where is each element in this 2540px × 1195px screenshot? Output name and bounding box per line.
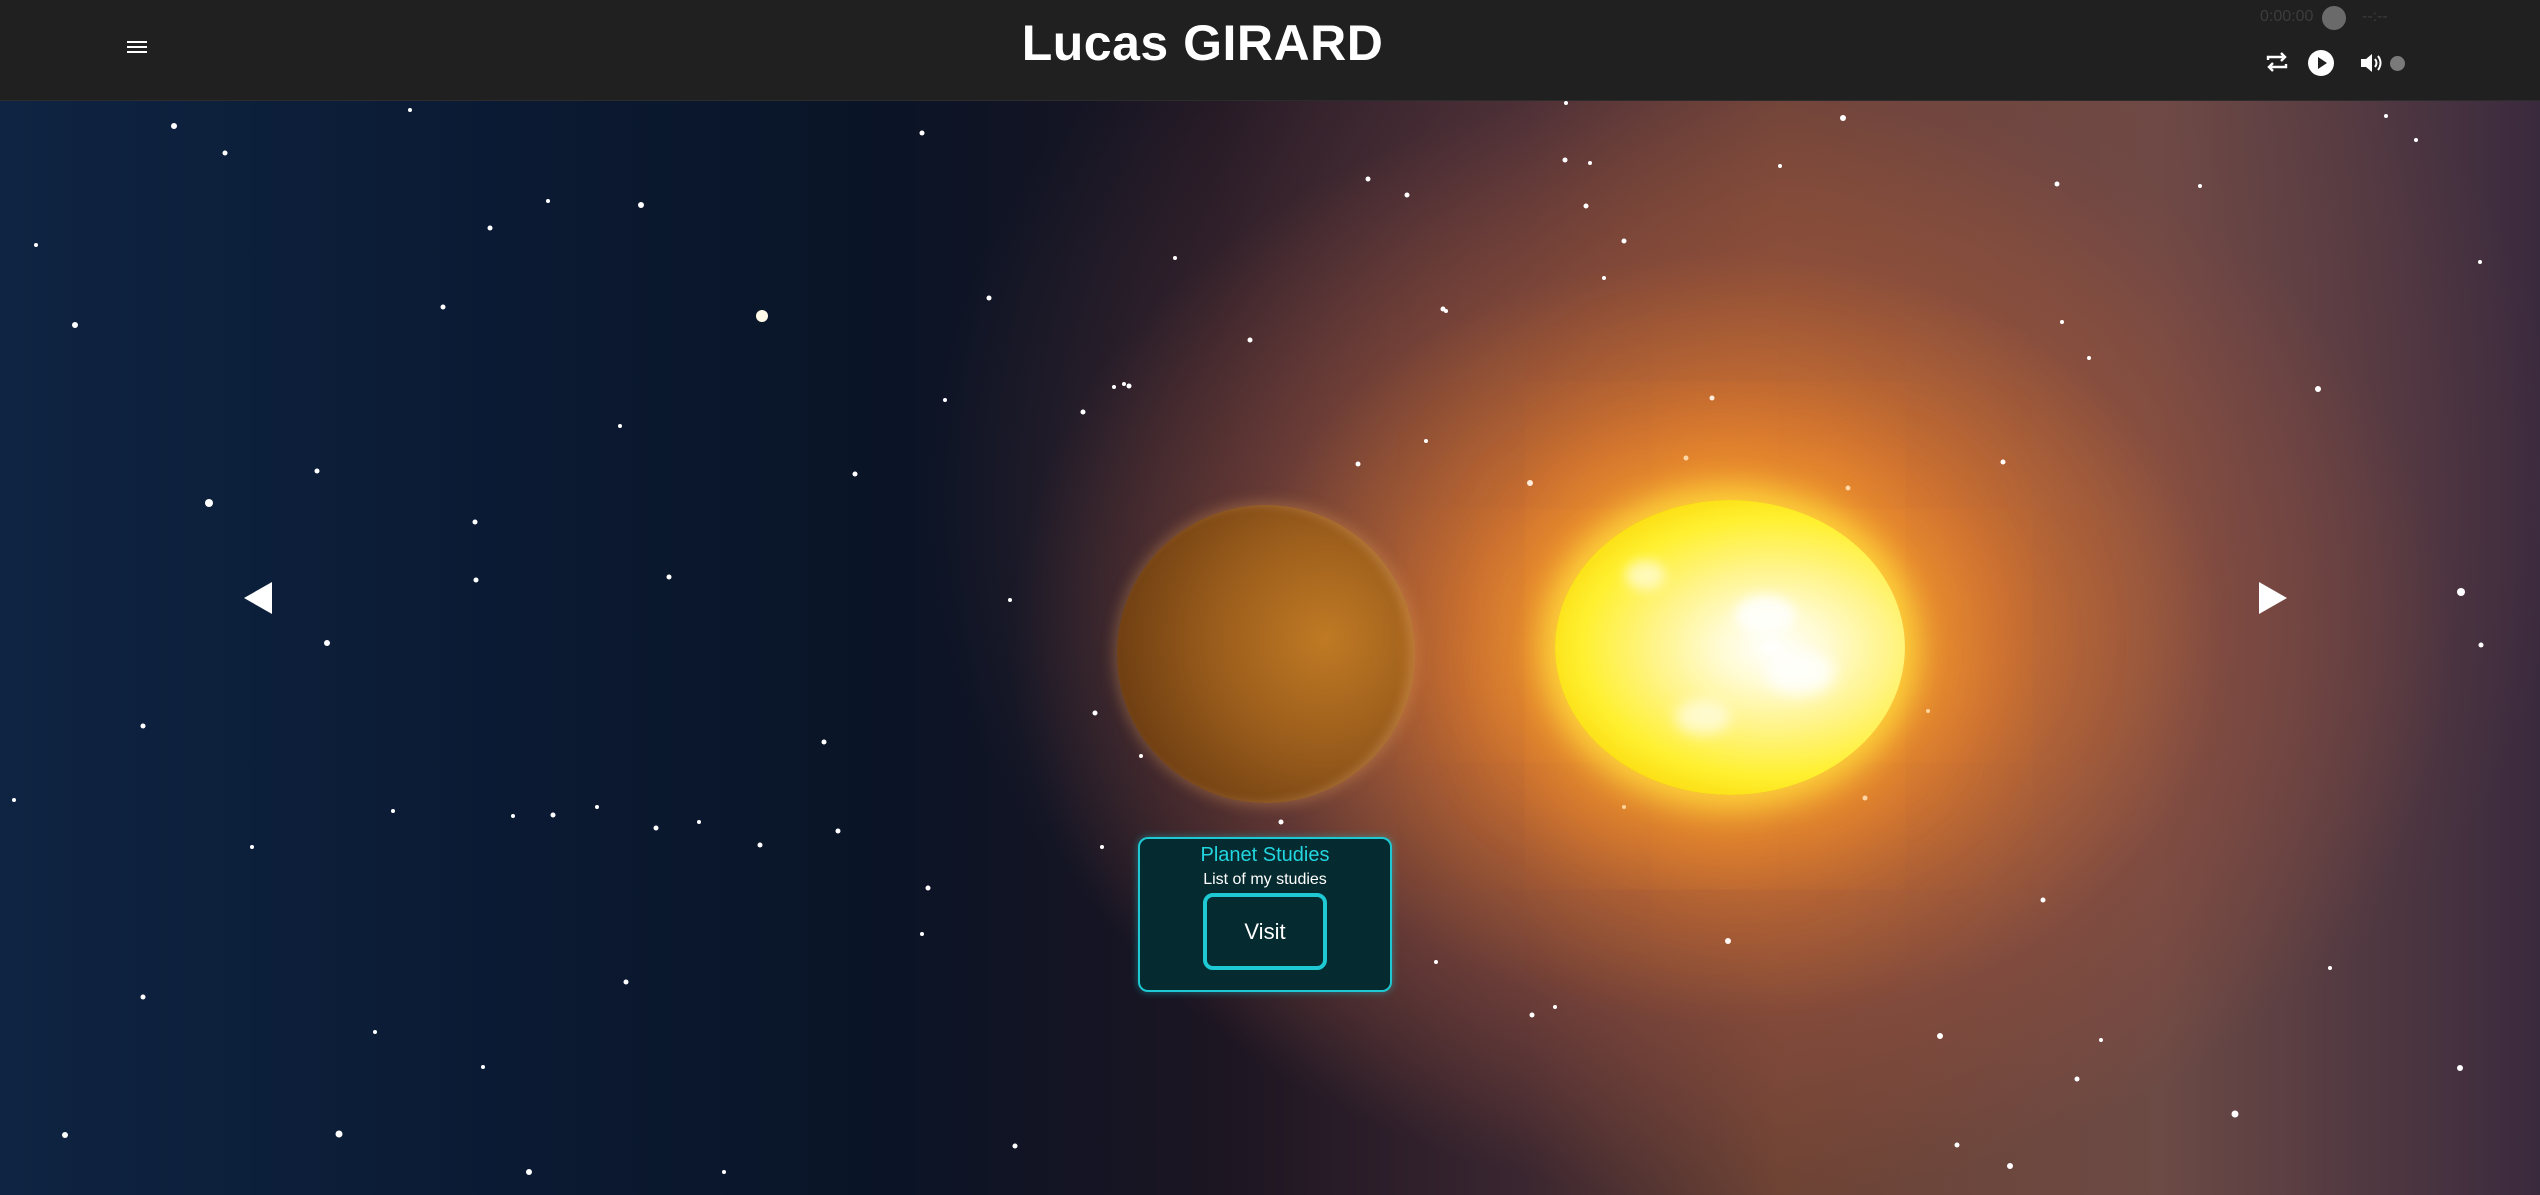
site-title: Lucas GIRARD xyxy=(1021,15,1384,71)
card-title: Planet Studies xyxy=(1200,844,1330,866)
progress-knob[interactable] xyxy=(2322,6,2346,30)
planet-info-card: Planet Studies List of my studies Visit xyxy=(1138,837,1392,992)
previous-planet-button[interactable] xyxy=(244,582,272,614)
space-scene: Planet Studies List of my studies Visit xyxy=(0,0,2540,1195)
card-subtitle: List of my studies xyxy=(1203,871,1327,888)
play-icon[interactable] xyxy=(2306,48,2336,78)
volume-icon[interactable] xyxy=(2358,49,2386,77)
duration: --:-- xyxy=(2362,8,2388,25)
next-planet-button[interactable] xyxy=(2259,582,2287,614)
repeat-icon[interactable] xyxy=(2263,48,2291,76)
top-bar: Lucas GIRARD 0:00:00 --:-- xyxy=(0,0,2540,101)
visit-button[interactable]: Visit xyxy=(1203,893,1327,970)
planet[interactable] xyxy=(1117,505,1415,803)
volume-slider-knob[interactable] xyxy=(2390,56,2405,71)
audio-progress[interactable]: 0:00:00 --:-- xyxy=(2260,6,2410,30)
sun xyxy=(1555,500,1905,795)
current-time: 0:00:00 xyxy=(2260,8,2314,25)
